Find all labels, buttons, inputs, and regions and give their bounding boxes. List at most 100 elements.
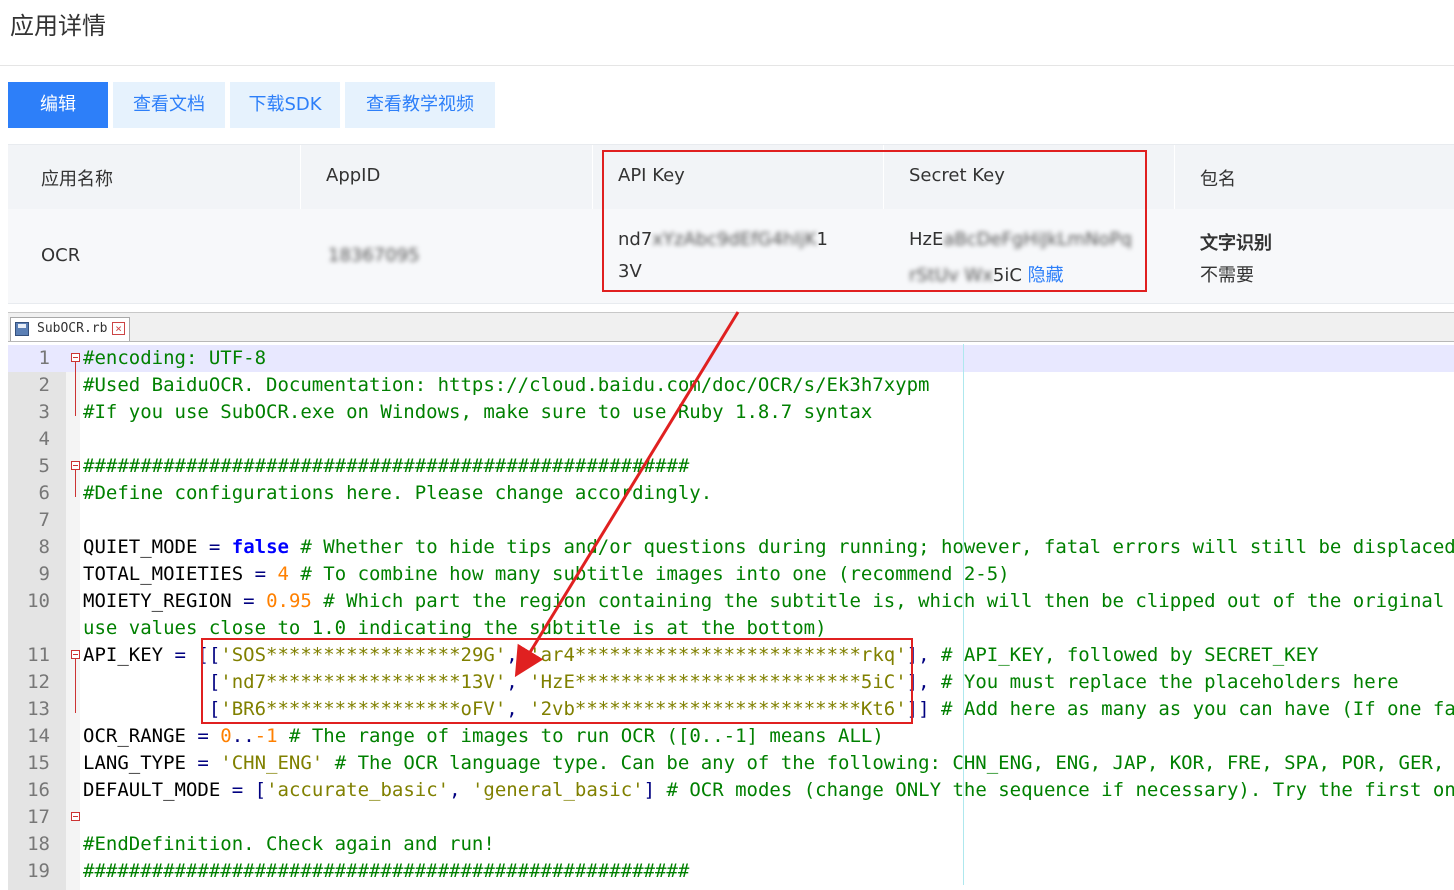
package-title: 文字识别	[1200, 233, 1272, 254]
code-line[interactable]: 15 LANG_TYPE = 'CHN_ENG' # The OCR langua…	[8, 750, 1454, 777]
code-line[interactable]: 8 QUIET_MODE = false # Whether to hide ti…	[8, 534, 1454, 561]
header-app-name: 应用名称	[41, 169, 113, 190]
code-token: #EndDefinition. Check again and run!	[83, 833, 495, 855]
code-token: DEFAULT_MODE	[83, 779, 232, 801]
code-line[interactable]: 3 #If you use SubOCR.exe on Windows, make…	[8, 399, 1454, 426]
code-token: # OCR modes (change ONLY the sequence if…	[666, 779, 1454, 801]
fold-guide	[75, 362, 76, 416]
line-number: 12	[27, 671, 50, 693]
code-line[interactable]: 5 #######################################…	[8, 453, 1454, 480]
code-token: # Which part the region containing the s…	[311, 590, 1454, 612]
code-line[interactable]: 16 DEFAULT_MODE = ['accurate_basic', 'gen…	[8, 777, 1454, 804]
line-number: 2	[38, 374, 50, 396]
header-package-name: 包名	[1200, 169, 1236, 190]
keys-highlight-box	[602, 150, 1147, 292]
code-token: =	[197, 725, 209, 747]
code-text: #Used BaiduOCR. Documentation: https://c…	[83, 372, 929, 399]
code-token: false	[231, 536, 289, 558]
code-token: TOTAL_MOIETIES	[83, 563, 255, 585]
code-area[interactable]: 1 #encoding: UTF-8 2 #Used BaiduOCR. Docume…	[8, 345, 1454, 890]
code-token: 'CHN_ENG'	[220, 752, 324, 774]
code-token: ,	[449, 779, 472, 801]
code-line[interactable]: 6 #Define configurations here. Please cha…	[8, 480, 1454, 507]
toolbar: 编辑 查看文档 下载SDK 查看教学视频	[8, 82, 495, 128]
code-line[interactable]: 1 #encoding: UTF-8	[8, 345, 1454, 372]
code-token: OCR_RANGE	[83, 725, 198, 747]
code-line[interactable]: 7	[8, 507, 1454, 534]
code-token: # You must replace the placeholders here	[929, 671, 1399, 693]
line-number: 11	[27, 644, 50, 666]
header-appid: AppID	[326, 165, 381, 186]
line-number: 18	[27, 833, 50, 855]
code-token: API_KEY	[83, 644, 175, 666]
code-token: 'general_basic'	[471, 779, 644, 801]
view-docs-button[interactable]: 查看文档	[113, 82, 225, 128]
code-text: #Define configurations here. Please chan…	[83, 480, 712, 507]
edge-column-guide	[963, 344, 964, 885]
code-token: #If you use SubOCR.exe on Windows, make …	[83, 401, 873, 423]
code-text: TOTAL_MOIETIES = 4 # To combine how many…	[83, 561, 1010, 588]
code-line[interactable]: 17	[8, 804, 1454, 831]
code-text: LANG_TYPE = 'CHN_ENG' # The OCR language…	[83, 750, 1454, 777]
title-divider	[0, 65, 1454, 66]
code-token: =	[254, 563, 267, 585]
code-line[interactable]: 10 MOIETY_REGION = 0.95 # Which part the …	[8, 588, 1454, 615]
code-text: MOIETY_REGION = 0.95 # Which part the re…	[83, 588, 1454, 615]
page-title: 应用详情	[10, 12, 106, 40]
fold-toggle-icon[interactable]	[71, 353, 80, 362]
code-text: ########################################…	[83, 453, 689, 480]
close-icon[interactable]: ×	[112, 322, 125, 335]
code-token: -1	[254, 725, 278, 747]
code-token: [	[243, 779, 267, 801]
line-number: 19	[27, 860, 50, 882]
code-text: QUIET_MODE = false # Whether to hide tip…	[83, 534, 1454, 561]
line-number: 7	[38, 509, 50, 531]
code-token: LANG_TYPE	[83, 752, 198, 774]
code-token: =	[243, 590, 255, 612]
line-number: 8	[38, 536, 50, 558]
line-number: 1	[38, 347, 50, 369]
code-text: #encoding: UTF-8	[83, 345, 266, 372]
line-number: 9	[38, 563, 50, 585]
fold-toggle-icon[interactable]	[71, 461, 80, 470]
line-number: 15	[27, 752, 50, 774]
code-token: use values close to 1.0 indicating the s…	[83, 617, 827, 639]
code-line[interactable]: 19 ######################################…	[8, 858, 1454, 885]
fold-toggle-icon[interactable]	[71, 650, 80, 659]
file-tab[interactable]: SubOCR.rb ×	[10, 317, 130, 341]
view-tutorial-video-button[interactable]: 查看教学视频	[345, 82, 495, 128]
code-token: # To combine how many subtitle images in…	[288, 563, 1010, 585]
code-text: #EndDefinition. Check again and run!	[83, 831, 495, 858]
code-token: MOIETY_REGION	[83, 590, 244, 612]
code-token: # The OCR language type. Can be any of t…	[323, 752, 1454, 774]
code-token: #encoding: UTF-8	[83, 347, 267, 369]
code-line[interactable]: 14 OCR_RANGE = 0..-1 # The range of image…	[8, 723, 1454, 750]
fold-toggle-icon[interactable]	[71, 812, 80, 821]
code-token: 'accurate_basic'	[266, 779, 450, 801]
edit-button[interactable]: 编辑	[8, 82, 108, 128]
code-token: 0.95	[266, 590, 312, 612]
code-token: =	[231, 779, 244, 801]
code-line[interactable]: 2 #Used BaiduOCR. Documentation: https://…	[8, 372, 1454, 399]
line-number: 17	[27, 806, 50, 828]
line-number: 3	[38, 401, 50, 423]
fold-guide	[75, 659, 76, 713]
line-number: 10	[27, 590, 50, 612]
code-token: ########################################…	[83, 455, 690, 477]
code-editor: SubOCR.rb × 1 #encoding: UTF-8 2 #Used Baid…	[8, 312, 1454, 890]
line-number: 16	[27, 779, 50, 801]
editor-tab-strip: SubOCR.rb ×	[8, 313, 1454, 342]
code-line[interactable]: 18 #EndDefinition. Check again and run!	[8, 831, 1454, 858]
download-sdk-button[interactable]: 下载SDK	[230, 82, 340, 128]
api-key-code-highlight-box	[201, 638, 913, 724]
code-token: # API_KEY, followed by SECRET_KEY	[929, 644, 1319, 666]
code-line[interactable]: 9 TOTAL_MOIETIES = 4 # To combine how man…	[8, 561, 1454, 588]
code-line[interactable]: 4	[8, 426, 1454, 453]
line-number: 4	[38, 428, 50, 450]
code-text: DEFAULT_MODE = ['accurate_basic', 'gener…	[83, 777, 1454, 804]
column-divider	[592, 145, 593, 209]
